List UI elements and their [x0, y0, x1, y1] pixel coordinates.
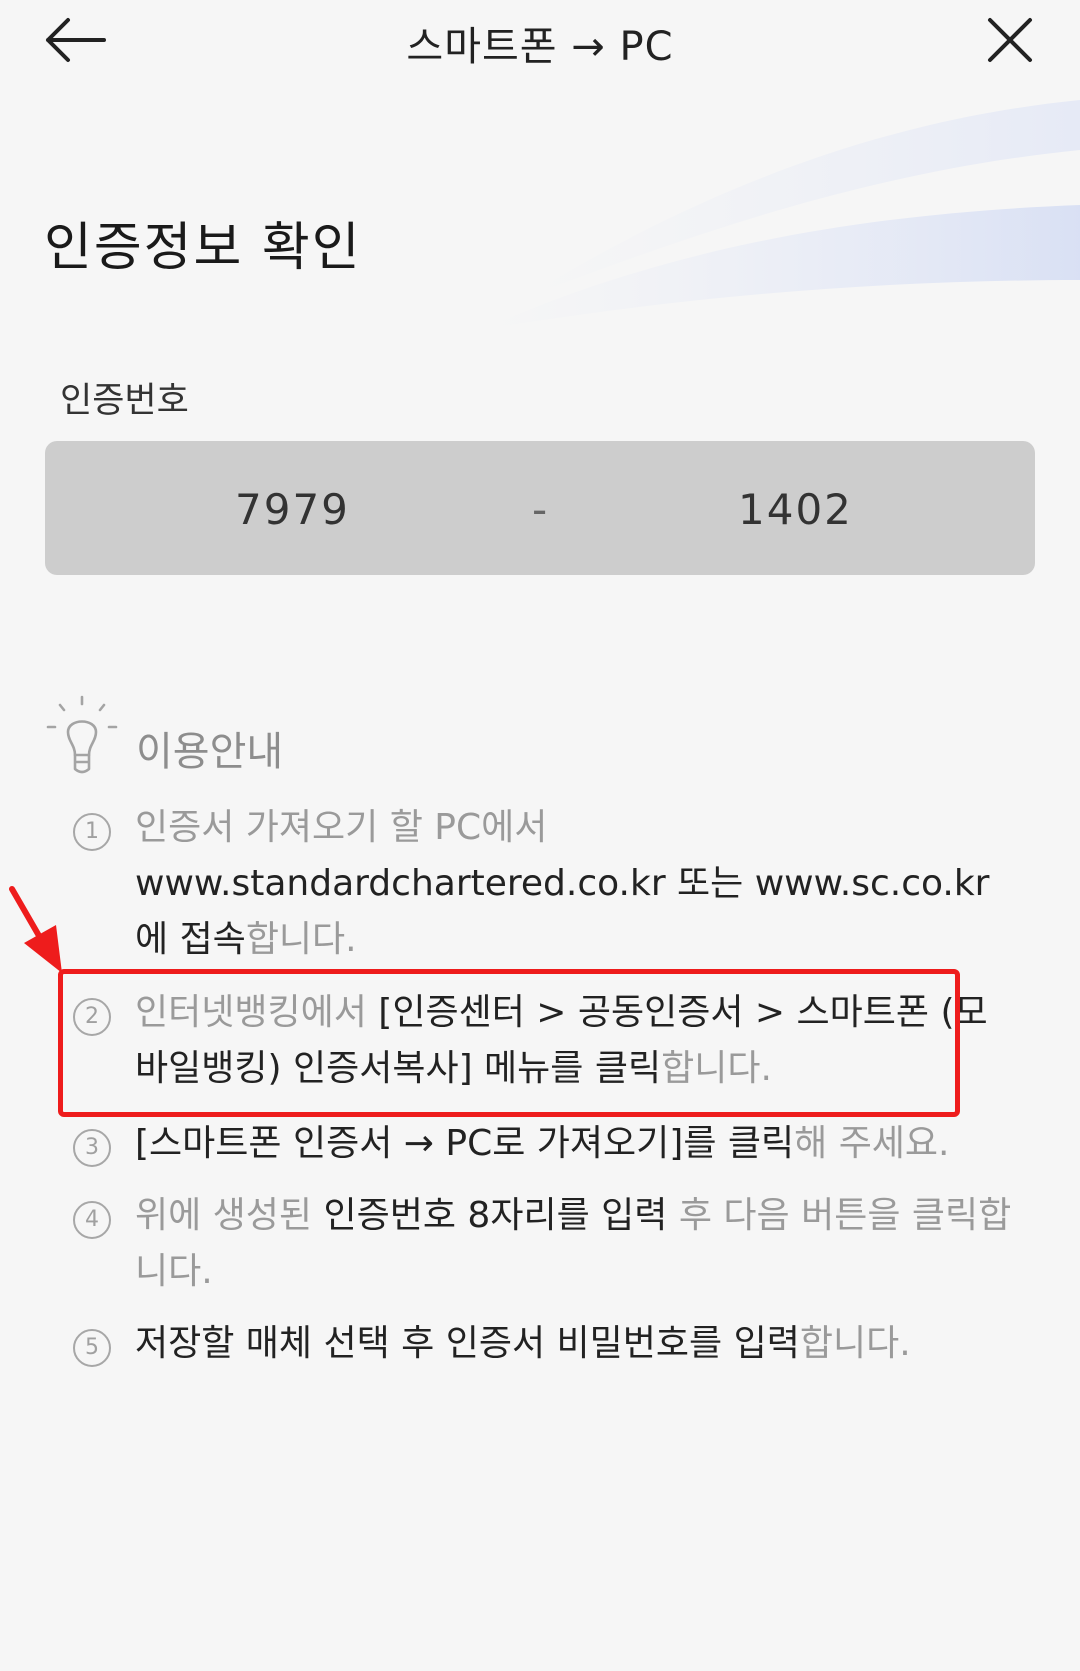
auth-code-first: 7979	[235, 485, 350, 534]
step-5-main: 저장할 매체 선택 후 인증서 비밀번호를 입력	[135, 1323, 800, 1364]
lightbulb-icon	[46, 695, 118, 774]
guide-title: 이용안내	[136, 729, 284, 775]
page-title: 인증정보 확인	[44, 218, 362, 278]
step-1-muted-tail: 합니다.	[245, 919, 357, 960]
step-3-muted-tail: 해 주세요.	[794, 1123, 950, 1164]
auth-code-box: 7979 - 1402	[45, 441, 1035, 575]
step-3-main: [스마트폰 인증서 → PC로 가져오기]를 클릭	[135, 1123, 795, 1164]
step-number-5: 5	[73, 1329, 111, 1367]
step-1-muted-lead: 인증서 가져오기 할 PC에서	[135, 807, 548, 848]
header-title: 스마트폰 → PC	[406, 24, 674, 70]
step-4-muted-lead: 위에 생성된	[135, 1195, 313, 1236]
step-4-main: 인증번호 8자리를 입력	[323, 1195, 668, 1236]
step-number-1: 1	[73, 813, 111, 851]
highlight-box	[58, 969, 960, 1117]
auth-code-second: 1402	[738, 485, 853, 534]
step-text-3: [스마트폰 인증서 → PC로 가져오기]를 클릭해 주세요.	[135, 1116, 1015, 1172]
close-button[interactable]	[980, 12, 1040, 68]
step-text-1: 인증서 가져오기 할 PC에서 www.standardchartered.co…	[135, 800, 1015, 968]
step-number-3: 3	[73, 1129, 111, 1167]
auth-code-separator: -	[532, 485, 550, 534]
red-arrow-icon	[9, 886, 62, 973]
step-text-5: 저장할 매체 선택 후 인증서 비밀번호를 입력합니다.	[135, 1316, 1015, 1372]
close-icon	[988, 18, 1032, 62]
step-text-4: 위에 생성된 인증번호 8자리를 입력 후 다음 버튼을 클릭합니다.	[135, 1188, 1015, 1300]
step-number-4: 4	[73, 1201, 111, 1239]
auth-code-label: 인증번호	[60, 381, 189, 421]
step-5-muted-tail: 합니다.	[799, 1323, 911, 1364]
header-bar: 스마트폰 → PC	[0, 0, 1080, 80]
